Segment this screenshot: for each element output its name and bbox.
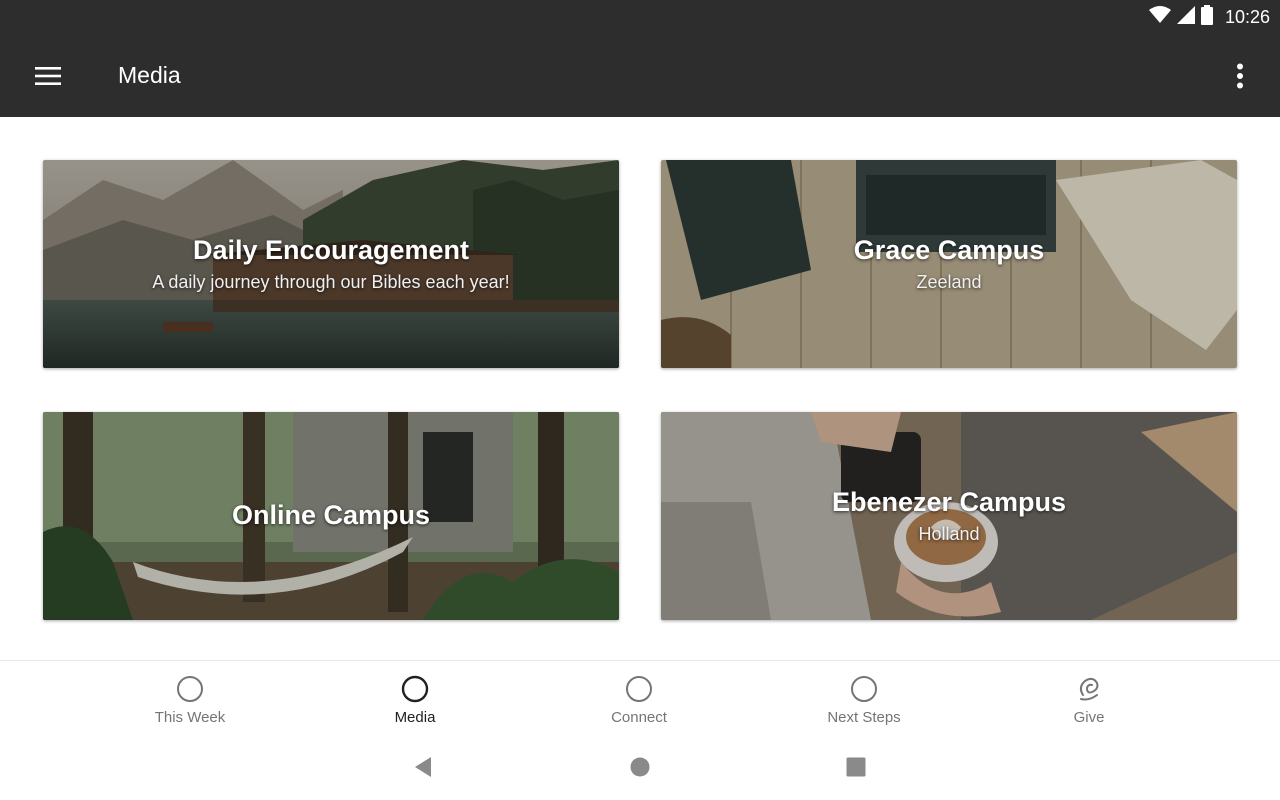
more-vert-icon <box>1236 63 1244 94</box>
hamburger-menu-icon <box>35 66 61 91</box>
back-icon <box>413 756 433 783</box>
card-text: Ebenezer Campus Holland <box>661 487 1237 545</box>
page-title: Media <box>118 62 181 88</box>
circle-icon <box>400 674 430 704</box>
media-card-grace-campus[interactable]: Grace Campus Zeeland <box>661 160 1237 368</box>
recents-icon <box>846 757 866 782</box>
card-subtitle: A daily journey through our Bibles each … <box>152 272 510 292</box>
media-card-ebenezer-campus[interactable]: Ebenezer Campus Holland <box>661 412 1237 620</box>
menu-button[interactable] <box>26 56 70 100</box>
nav-label: Give <box>1073 709 1105 726</box>
cellular-icon <box>1176 5 1195 29</box>
card-subtitle: Zeeland <box>916 272 982 292</box>
card-text: Grace Campus Zeeland <box>661 235 1237 293</box>
card-text: Online Campus <box>43 500 619 531</box>
nav-item-media[interactable]: Media <box>345 661 485 739</box>
give-icon <box>1074 674 1104 704</box>
nav-item-connect[interactable]: Connect <box>569 661 709 739</box>
status-time: 10:26 <box>1224 6 1270 27</box>
bottom-navigation: This Week Media Connect Next Steps Give <box>0 660 1280 738</box>
card-title: Daily Encouragement <box>192 235 470 265</box>
home-button[interactable] <box>623 752 657 786</box>
overflow-menu-button[interactable] <box>1220 56 1260 100</box>
nav-label: Media <box>394 709 436 726</box>
status-icons: 10:26 <box>1148 4 1270 30</box>
system-navigation-bar <box>0 738 1280 800</box>
media-card-online-campus[interactable]: Online Campus <box>43 412 619 620</box>
nav-label: Connect <box>611 709 667 726</box>
circle-icon <box>175 674 205 704</box>
back-button[interactable] <box>406 752 440 786</box>
media-grid: Daily Encouragement A daily journey thro… <box>0 117 1280 660</box>
circle-icon <box>849 674 879 704</box>
wifi-icon <box>1148 5 1171 29</box>
recents-button[interactable] <box>839 752 873 786</box>
media-card-daily-encouragement[interactable]: Daily Encouragement A daily journey thro… <box>43 160 619 368</box>
battery-icon <box>1200 4 1213 30</box>
card-text: Daily Encouragement A daily journey thro… <box>43 235 619 293</box>
nav-item-this-week[interactable]: This Week <box>120 661 260 739</box>
nav-label: This Week <box>154 709 226 726</box>
card-subtitle: Holland <box>918 524 980 544</box>
card-title: Online Campus <box>231 500 431 530</box>
card-title: Ebenezer Campus <box>831 487 1067 517</box>
status-bar: 10:26 <box>0 0 1280 34</box>
nav-item-next-steps[interactable]: Next Steps <box>794 661 934 739</box>
home-icon <box>630 757 650 782</box>
app-bar: Media <box>0 34 1280 117</box>
card-title: Grace Campus <box>853 235 1045 265</box>
circle-icon <box>624 674 654 704</box>
nav-label: Next Steps <box>827 709 901 726</box>
nav-item-give[interactable]: Give <box>1019 661 1159 739</box>
